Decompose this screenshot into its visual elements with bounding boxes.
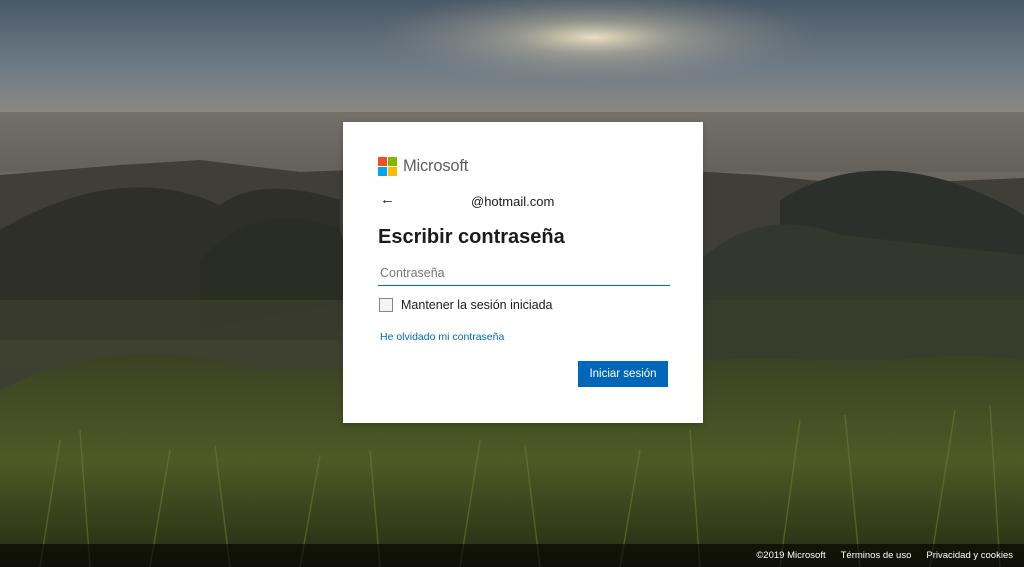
- account-identity: @hotmail.com: [471, 194, 555, 209]
- copyright-text: ©2019 Microsoft: [756, 550, 826, 561]
- arrow-left-icon[interactable]: ←: [380, 192, 395, 208]
- microsoft-logo-icon: [378, 157, 397, 176]
- forgot-password-link[interactable]: He olvidado mi contraseña: [380, 331, 504, 343]
- terms-link[interactable]: Términos de uso: [841, 550, 912, 561]
- page-title: Escribir contraseña: [378, 226, 565, 248]
- sign-in-button[interactable]: Iniciar sesión: [578, 361, 668, 387]
- password-input[interactable]: [378, 261, 670, 286]
- keep-signed-in-label: Mantener la sesión iniciada: [401, 298, 553, 312]
- microsoft-logo: Microsoft: [378, 157, 468, 176]
- login-card: Microsoft ← @hotmail.com Escribir contra…: [343, 122, 703, 423]
- footer: ©2019 Microsoft Términos de uso Privacid…: [0, 544, 1024, 567]
- privacy-link[interactable]: Privacidad y cookies: [926, 550, 1013, 561]
- checkbox-box[interactable]: [379, 298, 393, 312]
- brand-name: Microsoft: [403, 157, 469, 175]
- keep-signed-in-checkbox[interactable]: Mantener la sesión iniciada: [379, 298, 552, 312]
